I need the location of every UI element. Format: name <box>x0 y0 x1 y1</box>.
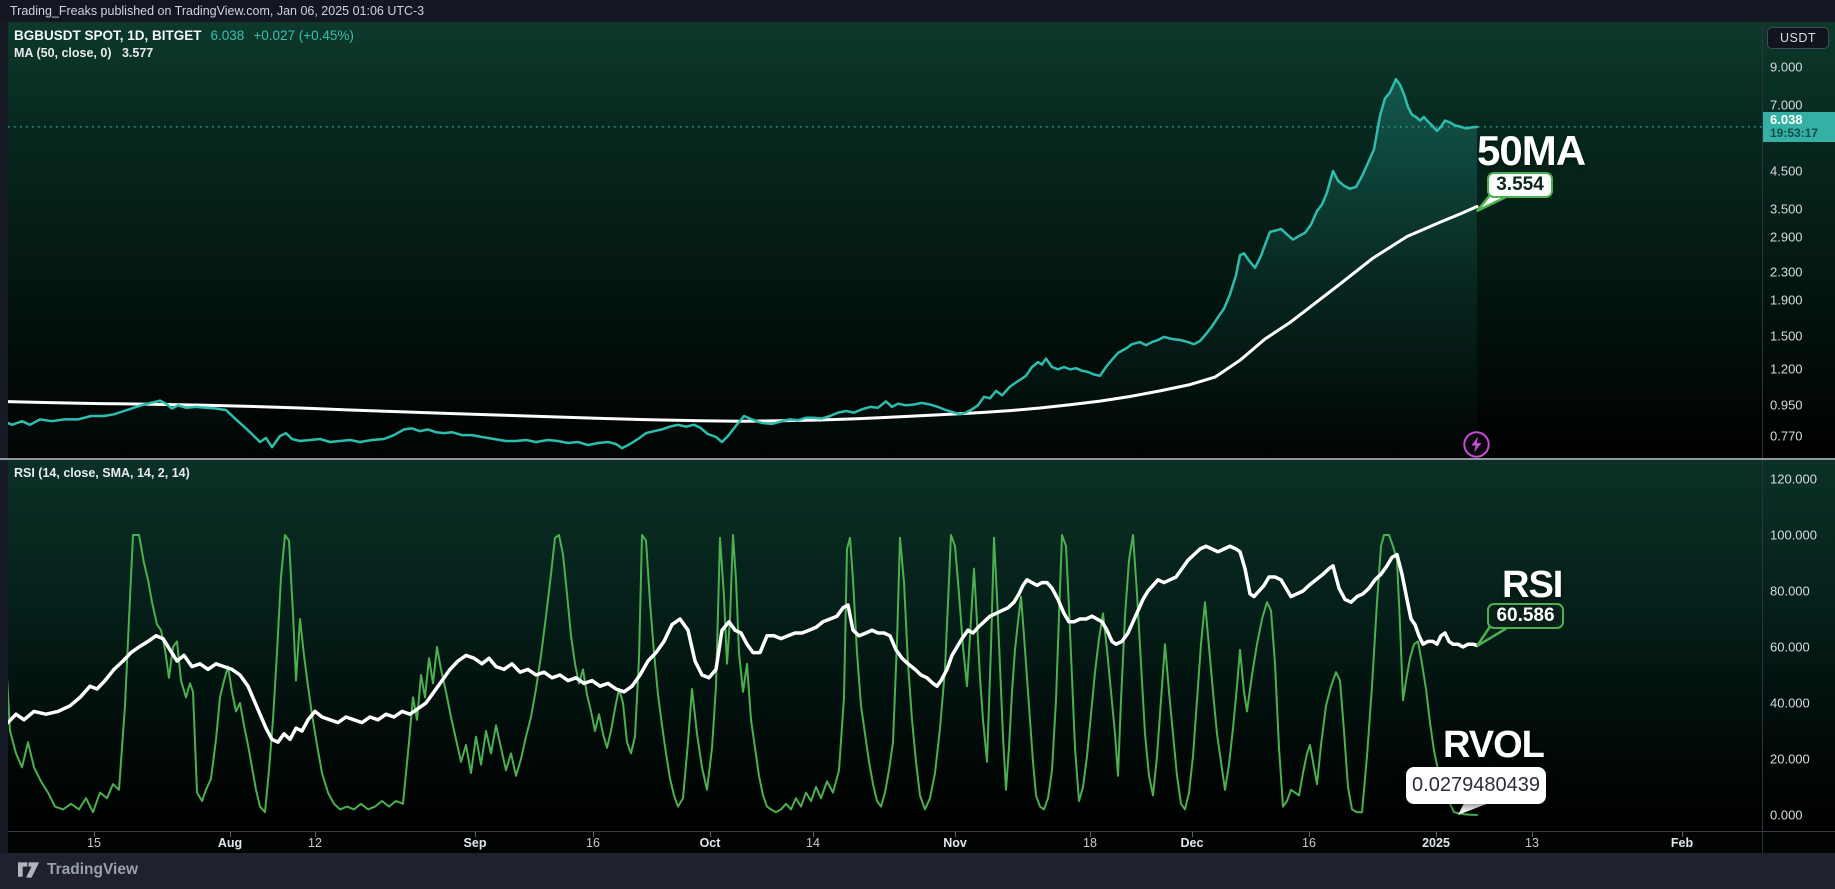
rsi-pane-background[interactable] <box>0 460 1835 831</box>
price-axis-label: 2.900 <box>1770 229 1803 245</box>
symbol-title[interactable]: BGBUSDT SPOT, 1D, BITGET <box>14 28 202 43</box>
symbol-last-price: 6.038 <box>210 28 245 43</box>
rsi-big-label[interactable]: RSI <box>1502 566 1563 604</box>
symbol-change: +0.027 (+0.45%) <box>253 28 354 43</box>
price-axis-label: 9.000 <box>1770 59 1803 75</box>
tradingview-snapshot: Trading_Freaks published on TradingView.… <box>0 0 1835 889</box>
time-axis-label: 16 <box>586 836 600 850</box>
rsi-value-callout[interactable]: 60.586 <box>1487 603 1564 629</box>
price-axis-label: 3.500 <box>1770 201 1803 217</box>
price-axis-label: 4.500 <box>1770 163 1803 179</box>
time-axis-tick <box>1309 832 1310 837</box>
time-axis-label: Oct <box>699 836 721 850</box>
time-axis-label: Aug <box>217 836 243 850</box>
time-axis-label: 12 <box>308 836 322 850</box>
ma-value-callout[interactable]: 3.554 <box>1487 172 1553 198</box>
time-axis-tick <box>1682 832 1683 837</box>
rsi-axis-label: 80.000 <box>1770 583 1810 599</box>
publish-header: Trading_Freaks published on TradingView.… <box>0 0 1835 22</box>
price-axis-label: 0.770 <box>1770 428 1803 444</box>
time-axis-label: 15 <box>87 836 101 850</box>
rvol-value-callout[interactable]: 0.0279480439 <box>1406 767 1546 804</box>
ma-legend-value: 3.577 <box>121 46 154 60</box>
time-axis-tick <box>593 832 594 837</box>
time-axis-tick <box>1192 832 1193 837</box>
price-pane-background[interactable] <box>0 22 1835 458</box>
time-axis-tick <box>710 832 711 837</box>
time-axis-tick <box>1436 832 1437 837</box>
time-axis-tick <box>230 832 231 837</box>
time-axis-label: 2025 <box>1422 836 1450 850</box>
time-axis-label: 18 <box>1083 836 1097 850</box>
time-axis-label: 14 <box>806 836 820 850</box>
price-axis-border <box>1762 22 1763 853</box>
ma-legend-label[interactable]: MA (50, close, 0) <box>14 46 112 60</box>
rsi-axis-label: 20.000 <box>1770 751 1810 767</box>
price-axis-label: 1.200 <box>1770 361 1803 377</box>
pane-separator[interactable] <box>0 458 1835 460</box>
time-axis-label: Nov <box>943 836 967 850</box>
currency-toggle-button[interactable]: USDT <box>1767 27 1829 49</box>
price-axis-label: 1.900 <box>1770 292 1803 308</box>
time-axis-label: 13 <box>1525 836 1539 850</box>
price-axis-label: 7.000 <box>1770 97 1803 113</box>
rsi-axis-label: 100.000 <box>1770 527 1817 543</box>
time-axis-label: Feb <box>1670 836 1694 850</box>
rsi-axis-label: 40.000 <box>1770 695 1810 711</box>
tradingview-logo-icon <box>18 862 40 878</box>
time-axis-tick <box>1090 832 1091 837</box>
tradingview-logo-text: TradingView <box>47 861 139 878</box>
time-axis-label: Dec <box>1180 836 1204 850</box>
time-axis-label: 16 <box>1302 836 1316 850</box>
time-axis-tick <box>475 832 476 837</box>
rsi-legend-label[interactable]: RSI (14, close, SMA, 14, 2, 14) <box>14 466 190 480</box>
time-axis-tick <box>813 832 814 837</box>
rvol-big-label[interactable]: RVOL <box>1443 726 1545 764</box>
left-margin <box>0 22 8 853</box>
price-axis-label: 1.500 <box>1770 328 1803 344</box>
time-axis-tick <box>955 832 956 837</box>
current-price-value: 6.038 <box>1770 112 1803 127</box>
time-axis-tick <box>1532 832 1533 837</box>
tradingview-logo[interactable]: TradingView <box>18 861 138 879</box>
rsi-axis-label: 0.000 <box>1770 807 1803 823</box>
price-axis-label: 2.300 <box>1770 264 1803 280</box>
bar-countdown: 19:53:17 <box>1770 126 1819 140</box>
ma-big-label[interactable]: 50MA <box>1477 130 1586 172</box>
boost-lightning-icon[interactable] <box>1462 430 1491 459</box>
time-axis-label: Sep <box>463 836 487 850</box>
rsi-axis-label: 60.000 <box>1770 639 1810 655</box>
rsi-axis-label: 120.000 <box>1770 471 1817 487</box>
symbol-legend: BGBUSDT SPOT, 1D, BITGET 6.038 +0.027 (+0.… <box>14 27 354 62</box>
time-axis-tick <box>94 832 95 837</box>
price-axis-label: 0.950 <box>1770 397 1803 412</box>
footer-bar <box>0 853 1835 889</box>
publish-header-text: Trading_Freaks published on TradingView.… <box>10 4 425 18</box>
time-axis-tick <box>315 832 316 837</box>
current-price-label: 6.038 19:53:17 <box>1763 112 1835 142</box>
time-axis[interactable] <box>0 831 1835 854</box>
